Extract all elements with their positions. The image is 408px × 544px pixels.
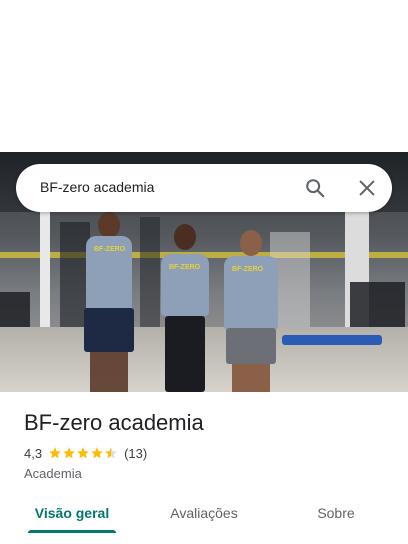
tab-bar: Visão geral Avaliações Sobre bbox=[0, 496, 408, 544]
search-icon[interactable] bbox=[304, 177, 326, 199]
photo-person: BF-ZERO bbox=[78, 212, 140, 392]
star-full-icon bbox=[63, 447, 75, 459]
photo-person-shirt: BF-ZERO bbox=[161, 254, 209, 316]
close-icon[interactable] bbox=[356, 177, 378, 199]
photo-person: BF-ZERO bbox=[155, 224, 215, 392]
tab-about[interactable]: Sobre bbox=[296, 496, 376, 532]
photo-person-shirt: BF-ZERO bbox=[86, 236, 132, 312]
search-query[interactable]: BF-zero academia bbox=[40, 179, 154, 195]
photo-person-leggings bbox=[165, 316, 205, 392]
photo-pillar bbox=[40, 207, 50, 337]
blank-area bbox=[0, 0, 408, 152]
star-full-icon bbox=[77, 447, 89, 459]
search-bar[interactable]: BF-zero academia bbox=[16, 164, 392, 212]
photo-person-legs bbox=[90, 352, 128, 392]
photo-person-shorts bbox=[226, 328, 276, 364]
photo-person-head bbox=[98, 212, 120, 238]
photo-person: BF-ZERO bbox=[220, 230, 282, 392]
tab-reviews[interactable]: Avaliações bbox=[156, 496, 252, 532]
shirt-logo: BF-ZERO bbox=[94, 246, 126, 253]
shirt-logo: BF-ZERO bbox=[169, 264, 201, 271]
active-tab-indicator bbox=[28, 530, 116, 533]
photo-person-head bbox=[240, 230, 262, 256]
photo-person-shorts bbox=[84, 308, 134, 352]
place-title: BF-zero academia bbox=[24, 410, 204, 435]
rating-stars bbox=[48, 446, 118, 460]
star-half-icon bbox=[105, 447, 117, 459]
tab-overview[interactable]: Visão geral bbox=[24, 496, 120, 532]
shirt-logo: BF-ZERO bbox=[232, 266, 264, 273]
photo-person-shirt: BF-ZERO bbox=[224, 256, 278, 330]
photo-person-legs bbox=[232, 364, 270, 392]
rating-row[interactable]: 4,3 (13) bbox=[24, 445, 147, 461]
photo-bench bbox=[282, 335, 382, 345]
review-count[interactable]: (13) bbox=[124, 446, 147, 461]
place-category: Academia bbox=[24, 466, 82, 481]
photo-person-head bbox=[174, 224, 196, 250]
star-full-icon bbox=[91, 447, 103, 459]
star-full-icon bbox=[49, 447, 61, 459]
rating-value: 4,3 bbox=[24, 445, 43, 461]
